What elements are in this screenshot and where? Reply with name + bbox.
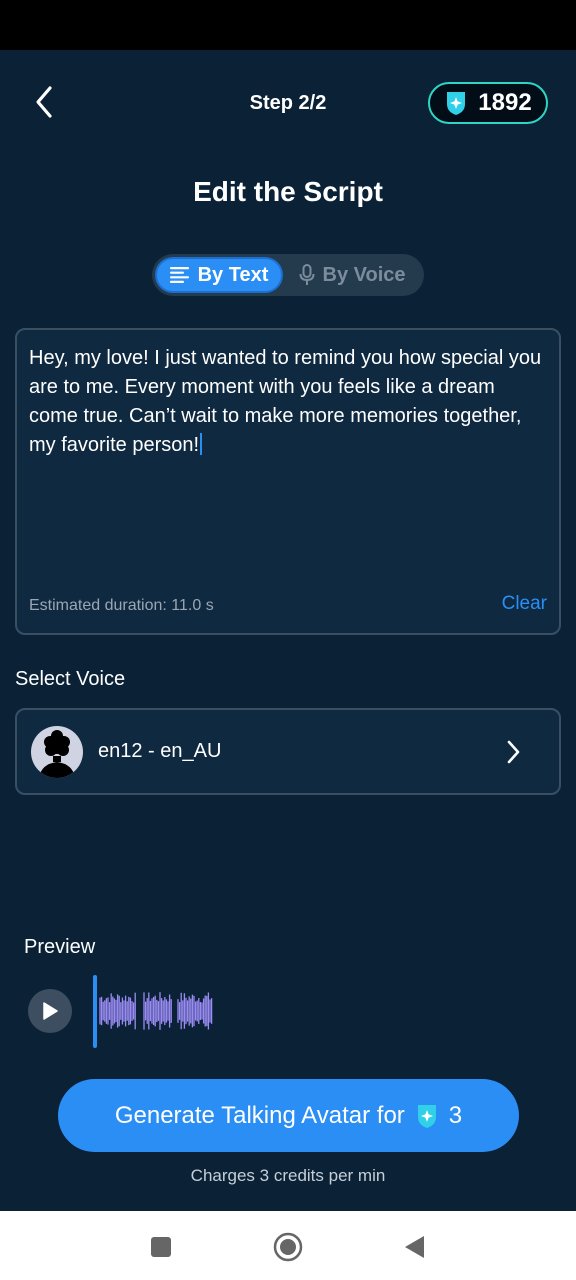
charges-note: Charges 3 credits per min [190,1166,386,1185]
app-bar: Step 2/2 1892 [0,50,576,160]
nav-recents-button[interactable] [145,1231,177,1263]
tab-by-text[interactable]: By Text [155,257,283,293]
audio-waveform[interactable] [98,990,218,1032]
generate-button[interactable]: Generate Talking Avatar for 3 [58,1079,519,1152]
clear-button[interactable]: Clear [502,593,547,615]
voice-avatar [31,725,83,778]
tab-by-text-label: By Text [197,263,269,286]
nav-back-button[interactable] [398,1231,430,1263]
system-nav-bar [0,1211,576,1280]
select-voice-label: Select Voice [15,668,126,690]
script-editor[interactable]: Hey, my love! I just wanted to remind yo… [15,328,561,635]
text-cursor [200,433,203,455]
voice-name: en12 - en_AU [98,740,222,762]
microphone-icon [299,264,314,285]
play-button[interactable] [28,989,72,1033]
play-icon [43,1002,58,1020]
script-text-area[interactable]: Hey, my love! I just wanted to remind yo… [29,344,545,460]
estimated-duration: Estimated duration: 11.0 s [29,597,214,614]
gem-icon [444,90,468,116]
generate-cost: 3 [448,1101,463,1129]
input-mode-toggle: By Text By Voice [152,254,424,296]
tab-by-voice[interactable]: By Voice [283,257,421,293]
playhead[interactable] [93,975,97,1048]
gem-icon [415,1103,439,1129]
status-bar [0,0,576,50]
tab-by-voice-label: By Voice [322,263,406,286]
script-text: Hey, my love! I just wanted to remind yo… [29,347,542,456]
square-icon [151,1237,171,1257]
page-title: Edit the Script [193,176,383,207]
triangle-back-icon [405,1236,424,1258]
circle-icon [273,1232,303,1262]
generate-button-label: Generate Talking Avatar for [114,1101,405,1129]
credits-value: 1892 [478,89,532,116]
text-lines-icon [169,267,189,283]
preview-label: Preview [24,936,96,958]
chevron-right-icon [507,740,520,763]
voice-selector[interactable]: en12 - en_AU [15,708,561,795]
nav-home-button[interactable] [272,1231,304,1263]
credits-balance[interactable]: 1892 [428,82,548,124]
